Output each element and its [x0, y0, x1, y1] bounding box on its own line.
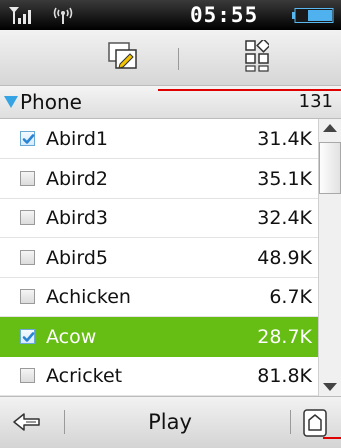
bottom-divider [64, 410, 65, 434]
item-checkbox[interactable] [20, 170, 35, 186]
list-item[interactable]: Acow 28.7K [0, 316, 318, 357]
folder-name: Phone [20, 90, 82, 114]
item-name: Abird1 [46, 128, 108, 150]
back-arrow-icon[interactable] [12, 412, 42, 432]
toolbar-divider [178, 48, 179, 70]
item-checkbox[interactable] [20, 289, 35, 304]
folder-count: 131 [298, 91, 333, 112]
item-checkbox[interactable] [20, 328, 35, 344]
battery-icon [292, 8, 334, 23]
item-checkbox[interactable] [20, 131, 35, 146]
item-name: Abird2 [46, 167, 108, 190]
signal-icon [9, 7, 31, 24]
edit-icon[interactable] [108, 42, 138, 70]
item-name: Abird5 [46, 246, 108, 269]
item-name: Abird3 [46, 207, 108, 229]
item-checkbox[interactable] [20, 210, 35, 225]
item-checkbox[interactable] [20, 249, 35, 265]
annotation-line [158, 89, 341, 91]
play-button[interactable]: Play [130, 405, 210, 439]
scrollbar-thumb[interactable] [319, 142, 341, 194]
item-size: 35.1K [257, 167, 312, 190]
annotation-line [323, 437, 341, 439]
item-size: 28.7K [257, 325, 312, 348]
list-item[interactable]: Abird2 35.1K [0, 159, 318, 199]
toolbar [0, 30, 341, 86]
bottom-divider [290, 410, 291, 434]
list-item[interactable]: Abird3 32.4K [0, 198, 318, 238]
home-icon[interactable] [302, 408, 328, 438]
list-item[interactable]: Abird1 31.4K [0, 119, 318, 159]
item-size: 48.9K [257, 246, 312, 269]
item-size: 6.7K [269, 286, 312, 308]
scroll-down-arrow-icon[interactable] [321, 380, 339, 394]
item-size: 32.4K [257, 207, 312, 229]
list-item[interactable]: Acricket 81.8K [0, 356, 318, 396]
list-item[interactable]: Achicken 6.7K [0, 277, 318, 317]
antenna-icon [53, 7, 73, 24]
list-item[interactable]: Abird5 48.9K [0, 238, 318, 278]
clock: 05:55 [190, 3, 259, 27]
item-name: Achicken [46, 286, 131, 308]
item-name: Acricket [46, 365, 123, 387]
item-size: 31.4K [257, 128, 312, 150]
expand-triangle-icon[interactable] [4, 96, 18, 108]
scroll-up-arrow-icon[interactable] [321, 121, 339, 135]
grid-view-icon[interactable] [245, 40, 269, 72]
item-size: 81.8K [257, 365, 312, 387]
item-name: Acow [46, 325, 97, 348]
item-checkbox[interactable] [20, 368, 35, 383]
sound-list: Abird1 31.4K Abird2 35.1K Abird3 32.4K Abird5 4… [0, 119, 318, 396]
